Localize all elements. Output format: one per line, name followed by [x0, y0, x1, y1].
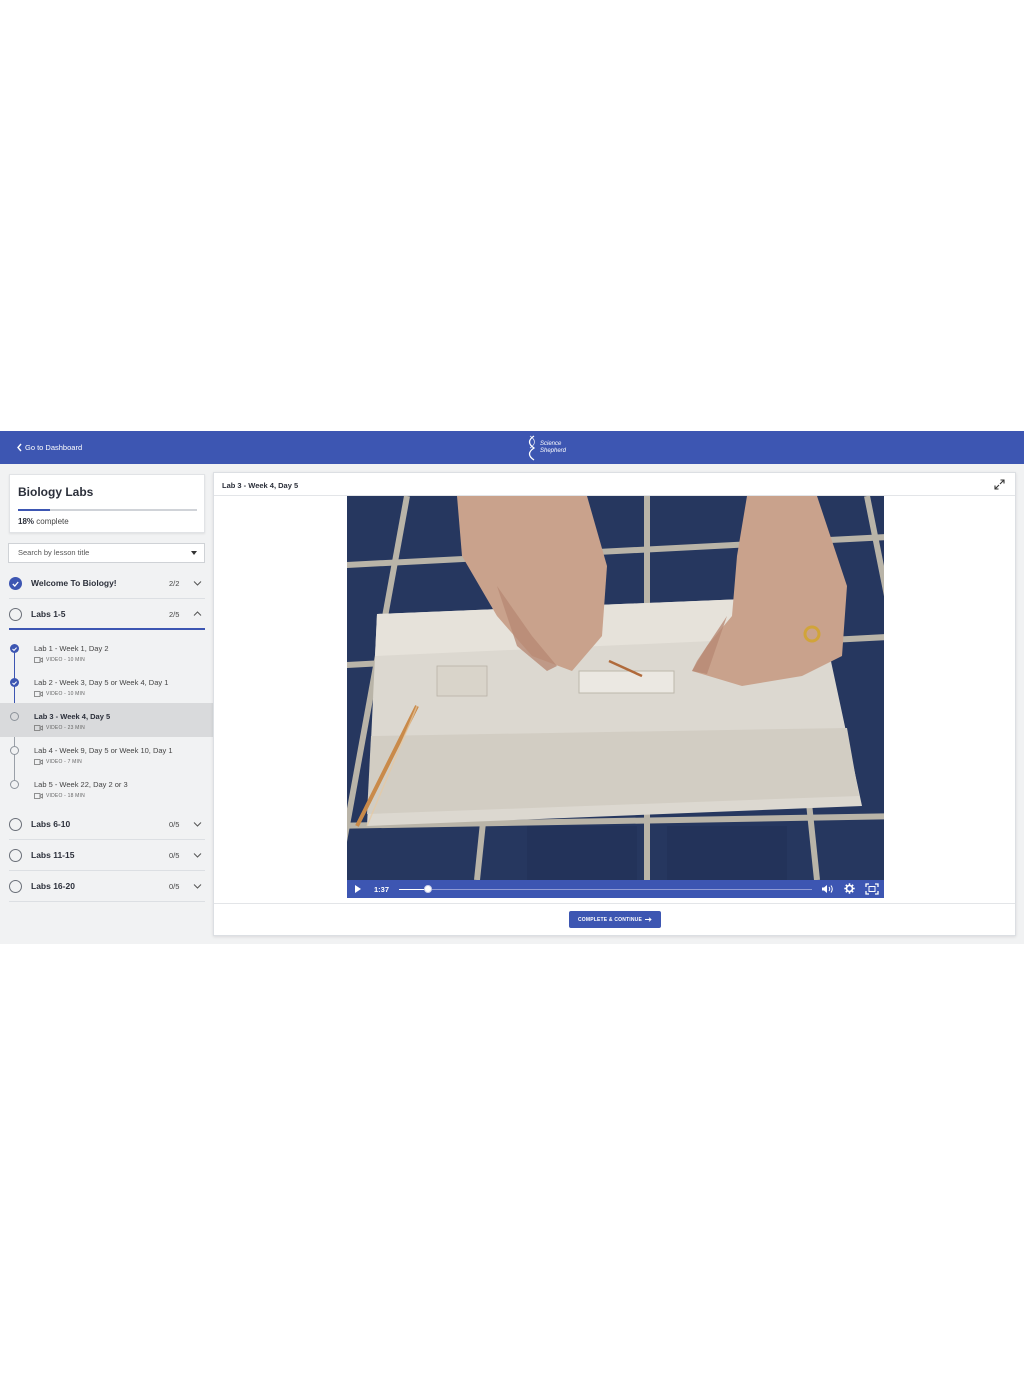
section-incomplete-circle-icon: [9, 880, 22, 893]
lesson-title: Lab 1 - Week 1, Day 2: [34, 644, 109, 653]
video-camera-icon: [34, 657, 43, 663]
caret-down-icon: [191, 551, 197, 555]
lesson-meta: VIDEO - 10 MIN: [46, 657, 85, 663]
section-count: 2/2: [169, 579, 180, 588]
section-incomplete-circle-icon: [9, 818, 22, 831]
course-progress-fill: [18, 509, 51, 511]
video-camera-icon: [34, 691, 43, 697]
section-divider-active: [9, 628, 205, 630]
lesson-content-panel: Lab 3 - Week 4, Day 5 1:37 COMPLETE & CO…: [213, 472, 1016, 936]
lesson-item-4[interactable]: Lab 4 - Week 9, Day 5 or Week 10, Day 1 …: [0, 737, 213, 771]
section-labs-11-15[interactable]: Labs 11-15 0/5: [0, 840, 213, 870]
chevron-up-icon: [193, 611, 202, 616]
lesson-item-1[interactable]: Lab 1 - Week 1, Day 2 VIDEO - 10 MIN: [0, 635, 213, 669]
lesson-search-select[interactable]: Search by lesson title: [8, 543, 205, 563]
lesson-incomplete-circle-icon: [10, 780, 19, 789]
play-icon[interactable]: [355, 885, 361, 893]
chevron-down-icon: [193, 581, 202, 586]
course-player-app: Go to Dashboard Science Shepherd Biology…: [0, 431, 1024, 944]
section-labs-6-10[interactable]: Labs 6-10 0/5: [0, 809, 213, 839]
lesson-item-2[interactable]: Lab 2 - Week 3, Day 5 or Week 4, Day 1 V…: [0, 669, 213, 703]
dna-helix-icon: [528, 434, 536, 461]
volume-icon[interactable]: [821, 884, 835, 894]
science-shepherd-logo: Science Shepherd: [526, 434, 576, 461]
chevron-down-icon: [193, 884, 202, 889]
lesson-meta: VIDEO - 10 MIN: [46, 691, 85, 697]
chevron-down-icon: [193, 853, 202, 858]
lesson-title: Lab 2 - Week 3, Day 5 or Week 4, Day 1: [34, 678, 169, 687]
course-progress-bar: [18, 509, 197, 511]
video-camera-icon: [34, 793, 43, 799]
video-controls: 1:37: [347, 880, 884, 898]
lesson-title: Lab 5 - Week 22, Day 2 or 3: [34, 780, 128, 789]
lesson-title: Lab 3 - Week 4, Day 5: [34, 712, 111, 721]
arrow-right-icon: [645, 917, 652, 922]
video-seek-handle[interactable]: [423, 885, 432, 893]
lesson-item-5[interactable]: Lab 5 - Week 22, Day 2 or 3 VIDEO - 18 M…: [0, 771, 213, 805]
lesson-title: Lab 4 - Week 9, Day 5 or Week 10, Day 1: [34, 746, 173, 755]
fullscreen-icon[interactable]: [865, 883, 879, 895]
section-labs-16-20[interactable]: Labs 16-20 0/5: [0, 871, 213, 901]
complete-and-continue-button[interactable]: COMPLETE & CONTINUE: [569, 911, 661, 928]
lesson-meta: VIDEO - 18 MIN: [46, 793, 85, 799]
video-current-time: 1:37: [374, 885, 390, 894]
section-labs-1-5[interactable]: Labs 1-5 2/5: [0, 599, 213, 629]
video-camera-icon: [34, 759, 43, 765]
lesson-header: Lab 3 - Week 4, Day 5: [214, 473, 1015, 496]
lesson-item-3-current[interactable]: Lab 3 - Week 4, Day 5 VIDEO - 23 MIN: [0, 703, 213, 737]
section-welcome-to-biology[interactable]: Welcome To Biology! 2/2: [0, 568, 213, 598]
complete-button-label: COMPLETE & CONTINUE: [577, 916, 643, 923]
section-count: 0/5: [169, 851, 180, 860]
search-placeholder: Search by lesson title: [18, 548, 90, 557]
video-player[interactable]: 1:37: [347, 496, 884, 898]
progress-suffix: complete: [34, 517, 69, 526]
go-to-dashboard-link[interactable]: Go to Dashboard: [15, 441, 82, 454]
course-summary-card: Biology Labs 18% complete: [9, 474, 205, 533]
section-incomplete-circle-icon: [9, 849, 22, 862]
video-camera-icon: [34, 725, 43, 731]
top-bar: Go to Dashboard Science Shepherd: [0, 431, 1024, 464]
section-title: Labs 6-10: [31, 819, 71, 829]
lesson-heading: Lab 3 - Week 4, Day 5: [222, 481, 299, 490]
section-complete-check-icon: [9, 577, 22, 590]
video-seek-bar[interactable]: [399, 885, 812, 893]
course-progress-text: 18% complete: [18, 517, 69, 526]
chevron-left-icon: [17, 443, 22, 452]
section-title: Labs 1-5: [31, 609, 66, 619]
video-frame: [347, 496, 884, 880]
lesson-incomplete-circle-icon: [10, 712, 19, 721]
lesson-meta: VIDEO - 7 MIN: [46, 759, 82, 765]
section-title: Welcome To Biology!: [31, 578, 117, 588]
lesson-incomplete-circle-icon: [10, 746, 19, 755]
lesson-complete-check-icon: [10, 678, 19, 687]
chevron-down-icon: [193, 822, 202, 827]
lesson-complete-check-icon: [10, 644, 19, 653]
section-count: 0/5: [169, 820, 180, 829]
section-count: 2/5: [169, 610, 180, 619]
section-count: 0/5: [169, 882, 180, 891]
footer-divider: [214, 903, 1015, 904]
section-title: Labs 16-20: [31, 881, 75, 891]
progress-percent: 18%: [18, 517, 35, 526]
course-title: Biology Labs: [18, 485, 94, 499]
section-divider: [9, 901, 205, 902]
gear-icon[interactable]: [844, 883, 855, 894]
expand-arrows-icon[interactable]: [994, 479, 1005, 490]
section-title: Labs 11-15: [31, 850, 75, 860]
lesson-meta: VIDEO - 23 MIN: [46, 725, 85, 731]
section-incomplete-circle-icon: [9, 608, 22, 621]
logo-line-2: Shepherd: [540, 447, 567, 454]
back-label: Go to Dashboard: [25, 443, 83, 452]
